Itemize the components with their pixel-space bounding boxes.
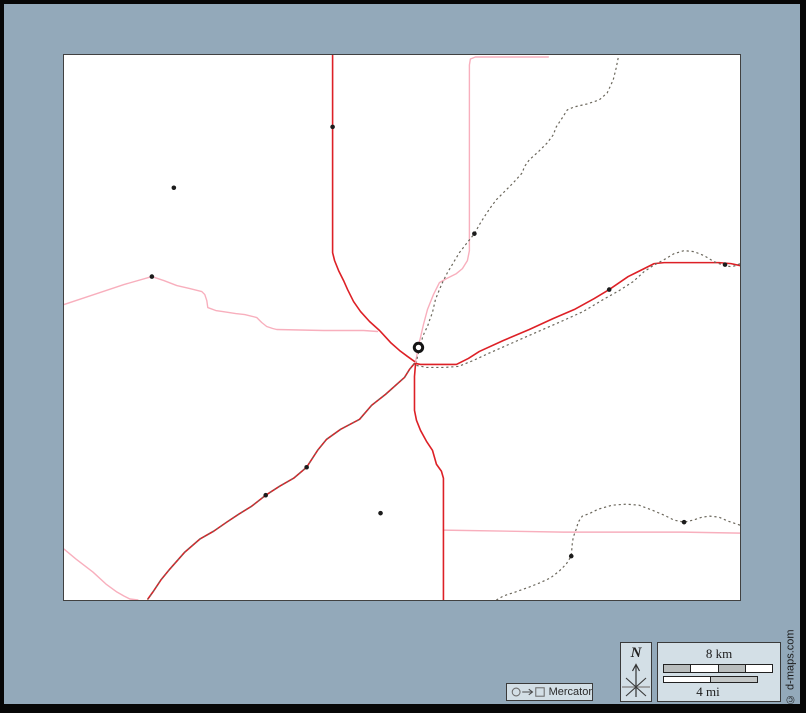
minor-road [64, 277, 378, 332]
major-road [148, 363, 415, 599]
city-dot [330, 125, 335, 130]
city-dot [172, 185, 177, 190]
city-dot [263, 493, 268, 498]
minor-road [415, 57, 548, 361]
scale-segment-mi [664, 677, 711, 682]
waterway [496, 504, 740, 600]
circle-to-square-icon [511, 685, 546, 699]
city-dot [378, 511, 383, 516]
scale-bar-panel: 8 km 4 mi [657, 642, 781, 702]
projection-label: Mercator [549, 686, 592, 698]
scale-segment-km [664, 665, 691, 672]
waterway [416, 251, 740, 368]
page: N 8 km 4 mi Mercator © d-maps.com [0, 0, 806, 713]
projection-panel: Mercator [506, 683, 593, 701]
north-arrow-panel: N [620, 642, 652, 702]
city-dot [472, 231, 477, 236]
scale-segment-km [691, 665, 718, 672]
scale-bar-mi [663, 676, 758, 683]
scale-segment-mi [711, 677, 757, 682]
scale-segment-km [746, 665, 772, 672]
scale-segment-km [719, 665, 746, 672]
major-road [333, 55, 415, 361]
city-dot [682, 520, 687, 525]
city-dot [607, 287, 612, 292]
scale-mi-label: 4 mi [658, 684, 758, 699]
scale-bar-km [663, 664, 773, 673]
waterway [416, 58, 618, 362]
city-dot [150, 274, 155, 279]
city-dot [569, 554, 574, 559]
city-dot [304, 465, 309, 470]
map-canvas [64, 55, 740, 600]
minor-road [64, 549, 138, 600]
major-road [415, 263, 740, 365]
copyright-text: © d-maps.com [782, 629, 799, 705]
compass-arrow-icon [621, 662, 651, 700]
waterway [148, 363, 415, 599]
city-dot [723, 262, 728, 267]
capital-city-marker [414, 343, 422, 351]
scale-km-label: 8 km [658, 646, 780, 661]
minor-road [443, 530, 740, 533]
north-label: N [621, 645, 651, 662]
map [63, 54, 741, 601]
major-road [414, 364, 443, 600]
